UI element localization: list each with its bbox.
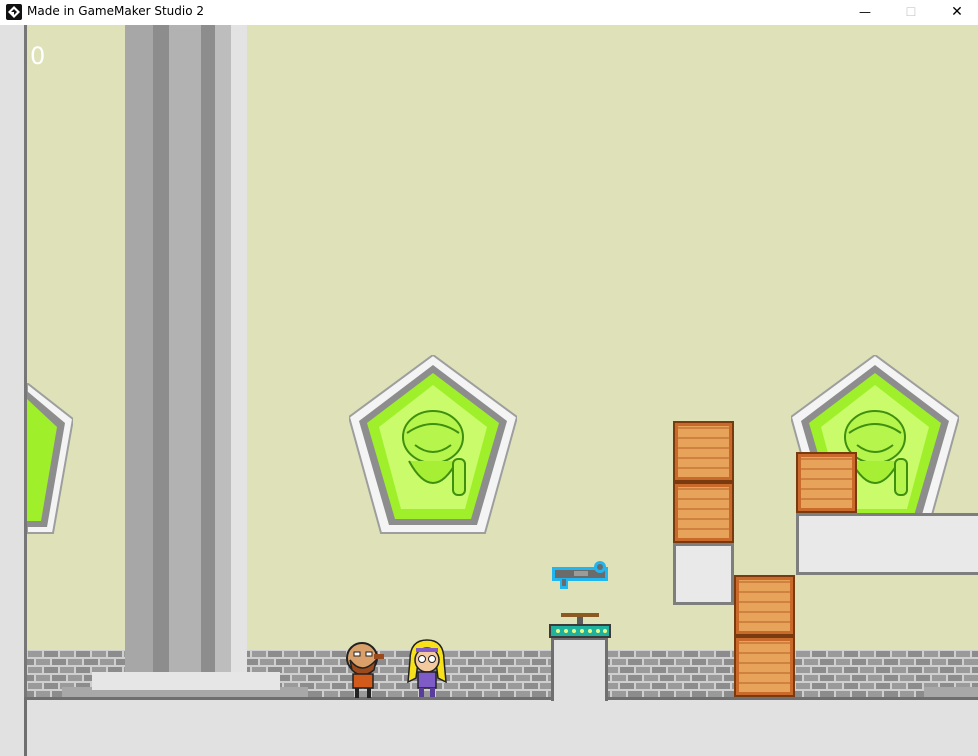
stone-block <box>673 543 734 605</box>
wooden-crate <box>673 482 734 543</box>
blaster-gun-pickup[interactable] <box>550 559 612 591</box>
floor-left <box>24 697 557 756</box>
stone-ledge <box>796 513 978 575</box>
player-bearded-hero <box>346 642 384 698</box>
launch-pad[interactable] <box>549 611 611 639</box>
minimize-icon: — <box>859 5 871 19</box>
stone-pillar <box>92 25 280 690</box>
player-blonde-elf <box>407 639 447 697</box>
close-icon: ✕ <box>951 4 963 20</box>
window-title: Made in GameMaker Studio 2 <box>27 4 205 18</box>
maximize-icon: ☐ <box>905 5 917 19</box>
window-titlebar: Made in GameMaker Studio 2 — ☐ ✕ <box>0 0 978 24</box>
wooden-crate <box>673 421 734 482</box>
minimize-button[interactable]: — <box>842 0 888 24</box>
left-boundary-wall <box>0 25 27 701</box>
maximize-button[interactable]: ☐ <box>888 0 934 24</box>
game-viewport[interactable]: 0 <box>0 25 978 756</box>
pedestal <box>551 637 608 701</box>
gamemaker-icon <box>6 4 22 20</box>
floor-ledge-right <box>924 687 978 697</box>
wooden-crate <box>734 636 795 697</box>
floor-right <box>607 697 978 756</box>
portrait-window-partial <box>27 383 73 534</box>
close-button[interactable]: ✕ <box>934 0 978 24</box>
wooden-crate <box>734 575 795 636</box>
portrait-window <box>349 355 517 534</box>
score-counter: 0 <box>30 42 46 70</box>
wooden-crate <box>796 452 857 513</box>
